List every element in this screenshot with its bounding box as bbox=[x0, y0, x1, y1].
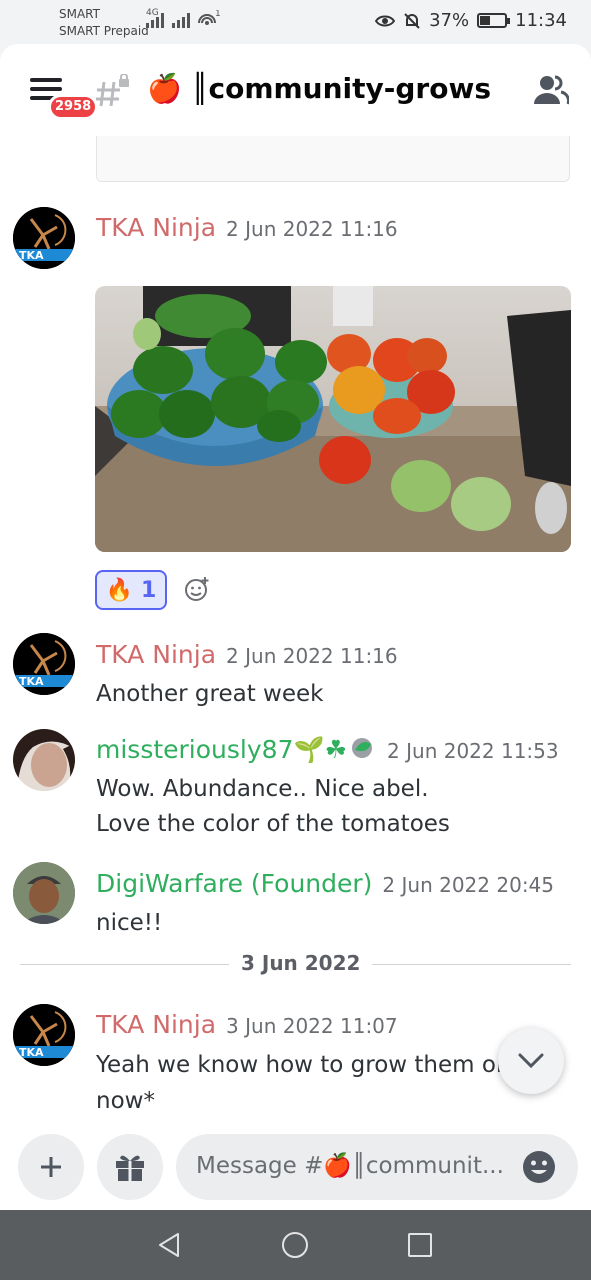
author-username: missteriously87 bbox=[96, 735, 294, 764]
svg-text:TKA: TKA bbox=[19, 675, 44, 688]
mute-bell-icon bbox=[404, 12, 420, 29]
message-composer: Message #🍎║communit... bbox=[0, 1130, 591, 1210]
channel-title[interactable]: 🍎 ║community-grows bbox=[147, 72, 491, 105]
message-text: nice!! bbox=[96, 910, 163, 936]
avatar[interactable]: TKA bbox=[13, 207, 75, 269]
eye-icon bbox=[375, 15, 396, 26]
message-list[interactable]: TKA TKA Ninja 2 Jun 2022 11:16 🔥 1 TKA T… bbox=[0, 136, 591, 1130]
battery-percent: 37% bbox=[429, 10, 470, 31]
hotspot-icon: 1 bbox=[198, 10, 220, 25]
avatar[interactable] bbox=[13, 729, 75, 791]
gift-icon bbox=[116, 1155, 144, 1181]
user-photo bbox=[13, 862, 75, 924]
tka-logo-icon: TKA bbox=[13, 633, 75, 695]
signal-indicators: 4G 1 bbox=[146, 8, 220, 28]
back-icon[interactable] bbox=[157, 1232, 181, 1258]
battery-fill bbox=[480, 16, 490, 25]
attach-button[interactable] bbox=[18, 1134, 84, 1200]
message-header: DigiWarfare (Founder) 2 Jun 2022 20:45 bbox=[96, 869, 554, 898]
timestamp: 2 Jun 2022 11:16 bbox=[226, 217, 398, 241]
author-name[interactable]: TKA Ninja bbox=[96, 213, 216, 242]
emoji-icon[interactable] bbox=[522, 1150, 556, 1184]
author-name[interactable]: missteriously87🌱☘ bbox=[96, 735, 377, 765]
fire-emoji: 🔥 bbox=[105, 577, 134, 603]
channel-emoji: 🍎 bbox=[147, 72, 182, 105]
message-text: Another great week bbox=[96, 681, 324, 707]
timestamp: 2 Jun 2022 11:53 bbox=[387, 739, 559, 763]
author-emojis: 🌱☘ bbox=[293, 735, 348, 764]
tka-logo-icon: TKA bbox=[13, 207, 75, 269]
attachment-image[interactable] bbox=[95, 286, 571, 552]
notification-count: 1 bbox=[215, 10, 220, 19]
message-input[interactable]: Message #🍎║communit... bbox=[176, 1134, 578, 1200]
message-header: missteriously87🌱☘ 2 Jun 2022 11:53 bbox=[96, 735, 559, 765]
author-name[interactable]: DigiWarfare (Founder) bbox=[96, 869, 372, 898]
timestamp: 2 Jun 2022 11:16 bbox=[226, 644, 398, 668]
mention-badge: 2958 bbox=[48, 94, 99, 120]
carrier-line2: SMART Prepaid bbox=[59, 24, 149, 38]
avatar[interactable]: TKA bbox=[13, 633, 75, 695]
chevron-down-icon bbox=[518, 1053, 544, 1069]
message-header: TKA Ninja 3 Jun 2022 11:07 bbox=[96, 1010, 398, 1039]
author-name[interactable]: TKA Ninja bbox=[96, 640, 216, 669]
discord-app: 2958 🍎 ║community-grows TKA TKA Ninja 2 … bbox=[0, 44, 591, 1210]
signal-bars-icon bbox=[172, 12, 190, 28]
gift-button[interactable] bbox=[97, 1134, 163, 1200]
message-placeholder: Message #🍎║communit... bbox=[196, 1153, 504, 1179]
message-header: TKA Ninja 2 Jun 2022 11:16 bbox=[96, 640, 398, 669]
add-reaction-icon[interactable] bbox=[184, 576, 210, 602]
status-bar: SMART SMART Prepaid 4G 1 37% 11:34 bbox=[0, 0, 591, 44]
home-icon[interactable] bbox=[282, 1232, 308, 1258]
avatar[interactable]: TKA bbox=[13, 1004, 75, 1066]
carrier-info: SMART SMART Prepaid bbox=[59, 6, 149, 40]
user-photo bbox=[13, 729, 75, 791]
recents-icon[interactable] bbox=[408, 1233, 432, 1257]
reaction-count: 1 bbox=[141, 577, 157, 603]
vegetables-photo bbox=[95, 286, 571, 552]
network-type: 4G bbox=[146, 8, 159, 18]
date-divider: 3 Jun 2022 bbox=[229, 951, 373, 975]
channel-header: 2958 🍎 ║community-grows bbox=[0, 44, 591, 136]
svg-text:TKA: TKA bbox=[19, 1046, 44, 1059]
svg-text:TKA: TKA bbox=[19, 249, 44, 262]
locked-hash-icon bbox=[96, 74, 129, 107]
tka-logo-icon: TKA bbox=[13, 1004, 75, 1066]
message-text: now* bbox=[96, 1088, 155, 1114]
previous-embed bbox=[96, 136, 570, 182]
jump-to-present-button[interactable] bbox=[498, 1028, 564, 1094]
status-icon bbox=[352, 738, 373, 758]
timestamp: 3 Jun 2022 11:07 bbox=[226, 1014, 398, 1038]
system-nav-bar bbox=[0, 1210, 591, 1280]
author-name[interactable]: TKA Ninja bbox=[96, 1010, 216, 1039]
battery-icon bbox=[477, 13, 511, 28]
signal-1: 4G bbox=[146, 8, 164, 28]
avatar[interactable] bbox=[13, 862, 75, 924]
plus-icon bbox=[41, 1157, 61, 1177]
clock: 11:34 bbox=[515, 10, 567, 31]
members-icon[interactable] bbox=[533, 74, 569, 106]
carrier-line1: SMART bbox=[59, 7, 100, 21]
timestamp: 2 Jun 2022 20:45 bbox=[382, 873, 555, 897]
reaction-pill[interactable]: 🔥 1 bbox=[95, 570, 167, 610]
status-right: 37% 11:34 bbox=[375, 10, 567, 31]
channel-name: ║community-grows bbox=[191, 72, 492, 105]
message-text: Yeah we know how to grow them onv bbox=[96, 1052, 525, 1078]
message-text: Wow. Abundance.. Nice abel. bbox=[96, 776, 429, 802]
message-text: Love the color of the tomatoes bbox=[96, 811, 450, 837]
message-header: TKA Ninja 2 Jun 2022 11:16 bbox=[96, 213, 398, 242]
